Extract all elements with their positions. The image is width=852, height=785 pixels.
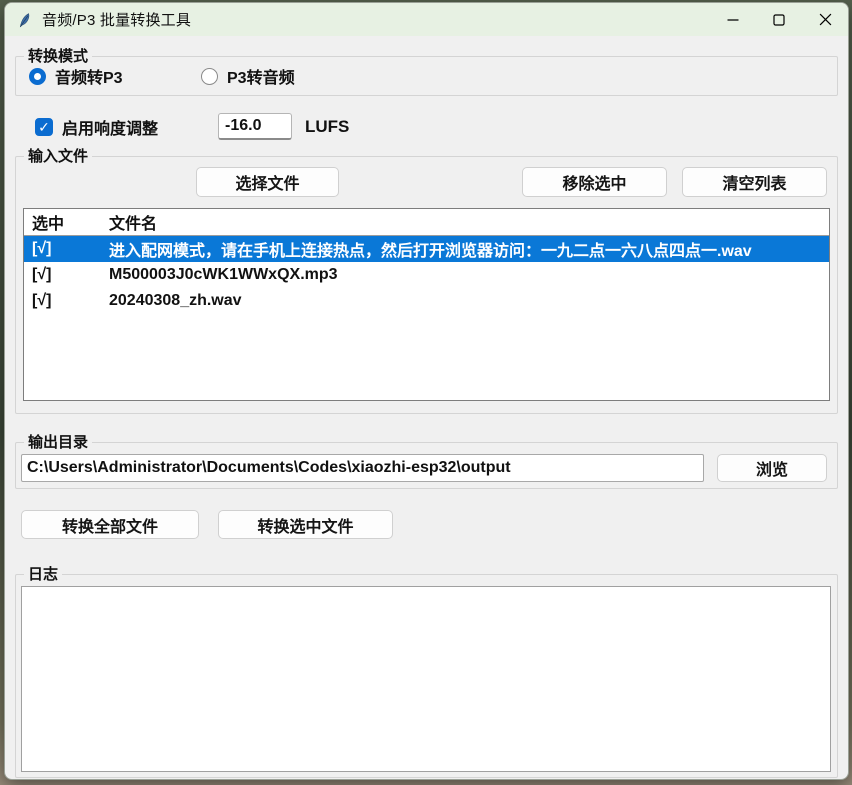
radio-audio-to-p3[interactable]: 音频转P3 (29, 64, 201, 88)
conversion-mode-section: 转换模式 音频转P3 P3转音频 (15, 56, 838, 96)
convert-all-button[interactable]: 转换全部文件 (21, 510, 199, 539)
log-textarea[interactable] (21, 586, 831, 772)
maximize-button[interactable] (756, 3, 802, 36)
radio-p3-to-audio-label: P3转音频 (227, 64, 295, 88)
radio-audio-to-p3-label: 音频转P3 (55, 64, 123, 88)
row-filename[interactable]: 20240308_zh.wav (109, 292, 829, 310)
loudness-row: ✓ 启用响度调整 LUFS (15, 113, 838, 140)
select-files-button[interactable]: 选择文件 (196, 167, 339, 197)
file-list-table[interactable]: 选中 文件名 [√] 进入配网模式，请在手机上连接热点，然后打开浏览器访问：一九… (23, 208, 830, 401)
file-list-header[interactable]: 选中 文件名 (24, 209, 829, 236)
column-header-filename[interactable]: 文件名 (109, 210, 829, 234)
row-check-mark[interactable]: [√] (24, 266, 109, 284)
file-buttons-row: 选择文件 移除选中 清空列表 (23, 167, 830, 197)
browse-button[interactable]: 浏览 (717, 454, 827, 482)
minimize-button[interactable] (710, 3, 756, 36)
input-files-label: 输入文件 (24, 147, 92, 166)
lufs-value-input[interactable] (218, 113, 292, 140)
app-window: 音频/P3 批量转换工具 转换模式 (4, 2, 849, 780)
caption-buttons (710, 3, 848, 36)
convert-selected-button[interactable]: 转换选中文件 (218, 510, 393, 539)
window-content: 转换模式 音频转P3 P3转音频 ✓ 启用响度调整 LUFS 输入文件 选择文件… (5, 36, 848, 779)
loudness-checkbox[interactable]: ✓ (35, 118, 53, 136)
window-title: 音频/P3 批量转换工具 (42, 9, 191, 30)
row-filename[interactable]: 进入配网模式，请在手机上连接热点，然后打开浏览器访问：一九二点一六八点四点一.w… (109, 237, 829, 261)
table-row[interactable]: [√] 20240308_zh.wav (24, 288, 829, 314)
column-header-checked[interactable]: 选中 (24, 210, 109, 234)
lufs-unit-label: LUFS (305, 117, 349, 137)
row-check-mark[interactable]: [√] (24, 292, 109, 310)
title-bar[interactable]: 音频/P3 批量转换工具 (5, 3, 848, 36)
output-dir-section: 输出目录 浏览 (15, 442, 838, 489)
output-path-input[interactable] (21, 454, 704, 482)
maximize-icon (773, 14, 785, 26)
log-label: 日志 (24, 565, 62, 584)
radio-p3-to-audio[interactable]: P3转音频 (201, 64, 295, 88)
clear-list-button[interactable]: 清空列表 (682, 167, 827, 197)
output-dir-label: 输出目录 (24, 433, 92, 452)
convert-buttons-row: 转换全部文件 转换选中文件 (15, 510, 838, 538)
tk-feather-icon (17, 12, 33, 28)
log-section: 日志 (15, 574, 838, 778)
close-icon (819, 13, 832, 26)
minimize-icon (727, 14, 739, 26)
remove-selected-button[interactable]: 移除选中 (522, 167, 667, 197)
radio-selected-icon (29, 68, 46, 85)
input-files-section: 输入文件 选择文件 移除选中 清空列表 选中 文件名 [√] 进入配网模式，请在… (15, 156, 838, 414)
row-check-mark[interactable]: [√] (24, 240, 109, 258)
table-row[interactable]: [√] 进入配网模式，请在手机上连接热点，然后打开浏览器访问：一九二点一六八点四… (24, 236, 829, 262)
row-filename[interactable]: M500003J0cWK1WWxQX.mp3 (109, 266, 829, 284)
close-button[interactable] (802, 3, 848, 36)
conversion-mode-label: 转换模式 (24, 47, 92, 66)
table-row[interactable]: [√] M500003J0cWK1WWxQX.mp3 (24, 262, 829, 288)
radio-unselected-icon (201, 68, 218, 85)
loudness-checkbox-label: 启用响度调整 (62, 115, 158, 139)
